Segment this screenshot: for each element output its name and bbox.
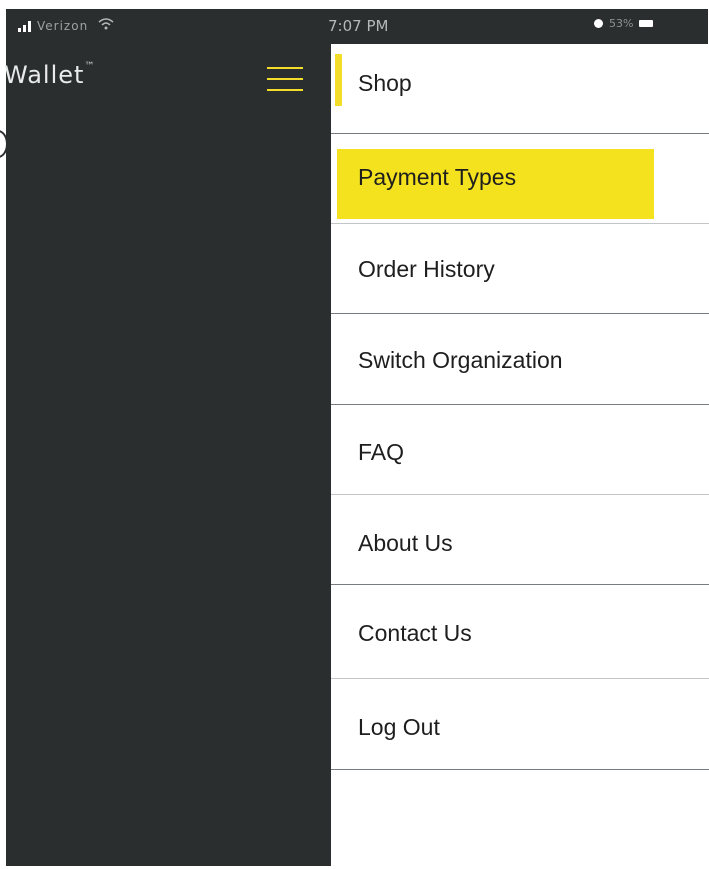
menu-item-contact-us[interactable]: Contact Us xyxy=(331,589,709,679)
menu-item-switch-organization[interactable]: Switch Organization xyxy=(331,315,709,405)
menu-item-label: Log Out xyxy=(358,714,440,740)
app-title-text: Wallet xyxy=(4,61,85,89)
wifi-icon xyxy=(98,18,114,34)
menu-item-label: Switch Organization xyxy=(358,347,563,373)
menu-item-payment-types[interactable]: Payment Types xyxy=(331,134,709,224)
menu-item-about-us[interactable]: About Us xyxy=(331,495,709,585)
divider xyxy=(331,584,709,585)
menu-item-label: Order History xyxy=(358,256,495,282)
active-indicator xyxy=(335,54,342,106)
battery-percentage: 53% xyxy=(609,17,634,30)
navigation-menu: Shop Payment Types Order History Switch … xyxy=(331,44,709,869)
menu-item-log-out[interactable]: Log Out xyxy=(331,680,709,770)
app-panel: Wallet™ xyxy=(4,44,331,866)
status-right: 53% xyxy=(594,17,654,30)
divider xyxy=(331,678,709,679)
hamburger-icon[interactable] xyxy=(267,64,303,94)
trademark-mark: ™ xyxy=(84,61,96,72)
divider xyxy=(331,313,709,314)
status-bar: Verizon 7:07 PM 53% xyxy=(6,9,708,44)
menu-item-order-history[interactable]: Order History xyxy=(331,224,709,314)
signal-icon xyxy=(18,20,31,32)
menu-item-shop[interactable]: Shop xyxy=(331,44,709,134)
menu-item-faq[interactable]: FAQ xyxy=(331,405,709,495)
orientation-lock-icon xyxy=(594,19,603,28)
menu-item-label: Payment Types xyxy=(358,164,517,190)
menu-item-label: FAQ xyxy=(358,439,405,465)
battery-icon xyxy=(639,20,654,27)
divider xyxy=(331,769,709,770)
status-time: 7:07 PM xyxy=(328,17,389,35)
carrier-name: Verizon xyxy=(37,19,89,33)
app-title: Wallet™ xyxy=(4,61,95,89)
menu-item-label: Contact Us xyxy=(358,620,472,646)
menu-item-label: Shop xyxy=(358,70,412,96)
menu-item-label: About Us xyxy=(358,530,453,556)
status-left: Verizon xyxy=(18,18,114,34)
